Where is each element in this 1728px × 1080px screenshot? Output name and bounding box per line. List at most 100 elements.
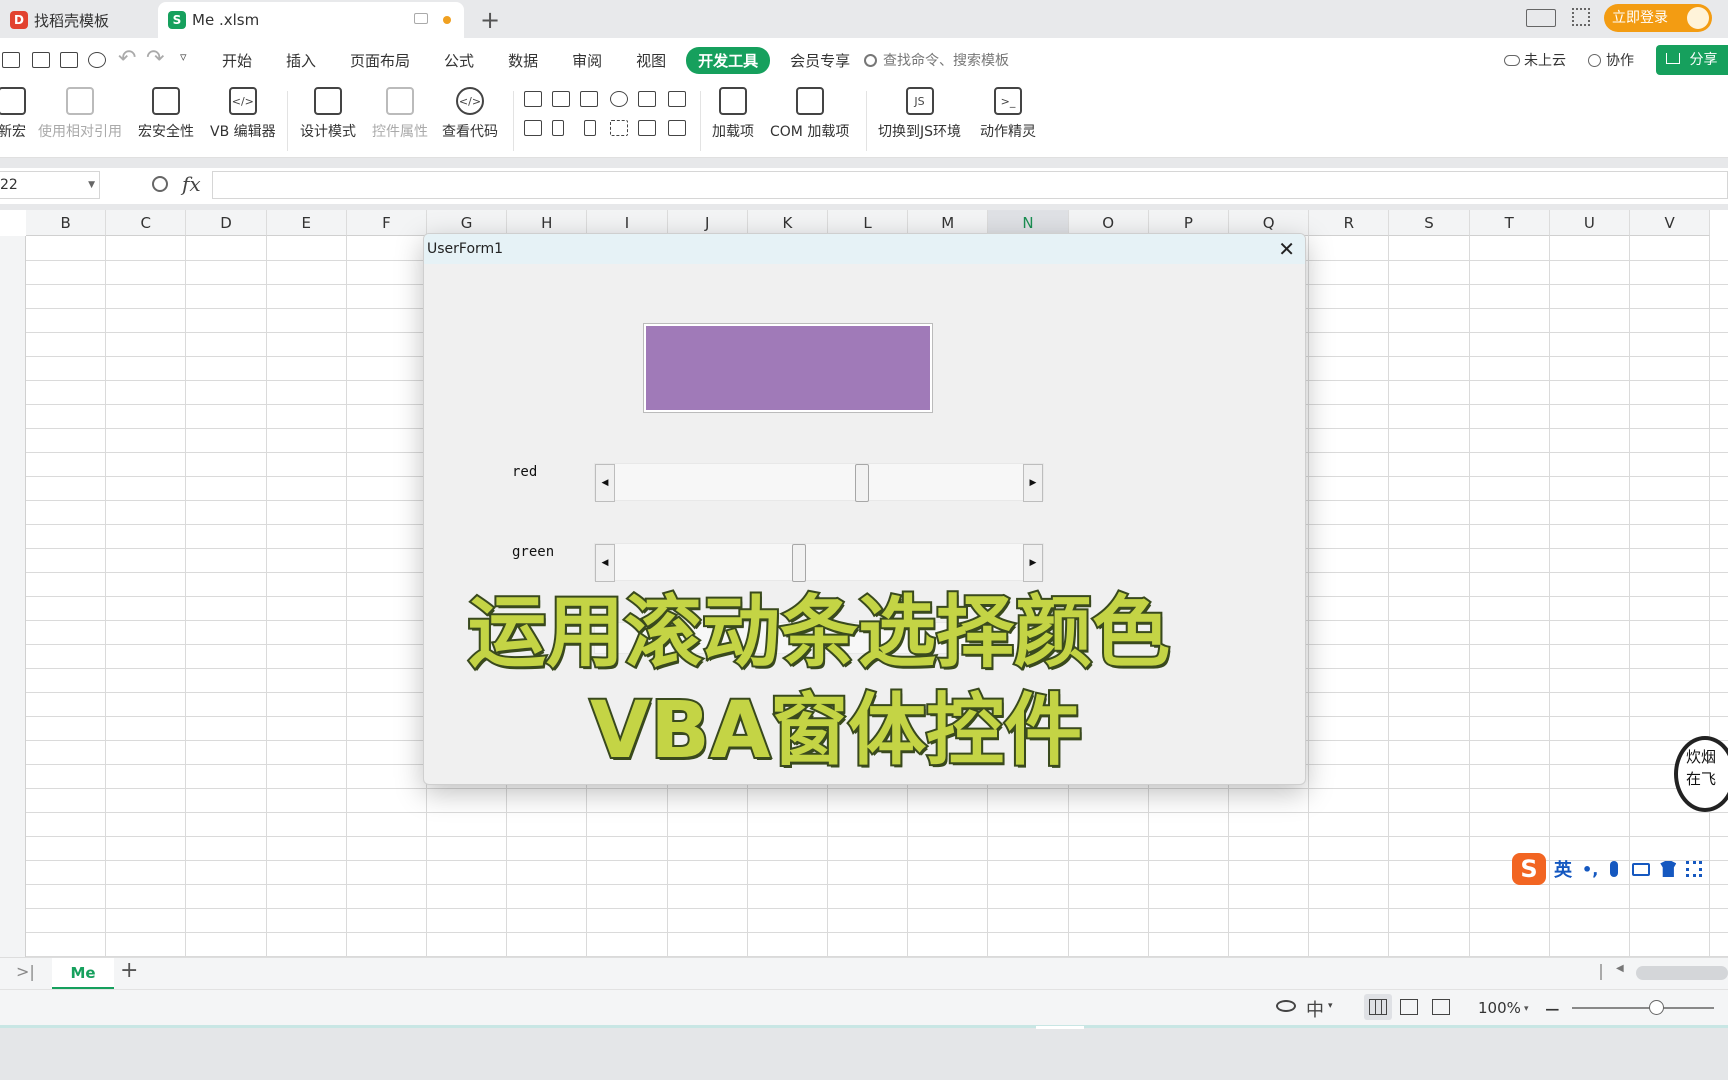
vb-editor-button[interactable]: </> VB 编辑器: [210, 87, 276, 141]
chevron-down-icon[interactable]: ▾: [1524, 1004, 1529, 1014]
horizontal-scrollbar[interactable]: [1636, 966, 1728, 980]
menu-member[interactable]: 会员专享: [790, 50, 850, 71]
addins-button[interactable]: 加载项: [712, 87, 754, 141]
fx-icon[interactable]: fx: [182, 172, 201, 196]
name-box[interactable]: 22 ▼: [0, 171, 100, 199]
image-control-icon[interactable]: [638, 120, 656, 136]
scroll-right-arrow-icon[interactable]: ▶: [1023, 464, 1043, 502]
cloud-status[interactable]: 未上云: [1504, 50, 1566, 70]
column-header-s[interactable]: S: [1389, 210, 1470, 236]
command-search[interactable]: 查找命令、搜索模板: [864, 50, 1009, 70]
save-icon[interactable]: [2, 52, 20, 68]
page-break-view-icon[interactable]: [1432, 999, 1450, 1015]
scrollbar-control-icon[interactable]: [584, 120, 596, 136]
menu-insert[interactable]: 插入: [286, 50, 316, 71]
column-header-t[interactable]: T: [1469, 210, 1550, 236]
print-icon[interactable]: [60, 52, 78, 68]
tab-docer[interactable]: D 找稻壳模板: [0, 2, 152, 38]
zoom-level[interactable]: 100%: [1478, 999, 1521, 1017]
spin-button-control-icon[interactable]: [552, 120, 564, 136]
menu-data[interactable]: 数据: [508, 50, 538, 71]
normal-view-icon[interactable]: [1369, 999, 1387, 1015]
apps-grid-icon[interactable]: [1572, 8, 1590, 26]
textbox-control-icon[interactable]: [552, 91, 570, 107]
button-control-icon[interactable]: [524, 120, 542, 136]
chevron-down-icon[interactable]: ▾: [1328, 1001, 1333, 1011]
page-layout-view-icon[interactable]: [1400, 999, 1418, 1015]
zoom-slider[interactable]: [1572, 1007, 1714, 1009]
microphone-icon[interactable]: [1610, 861, 1619, 877]
scroll-left-arrow-icon[interactable]: ◀: [1616, 963, 1624, 974]
monitor-icon[interactable]: [414, 13, 428, 24]
listbox-control-icon[interactable]: [638, 91, 656, 107]
option-button-control-icon[interactable]: [610, 91, 628, 107]
toolbox-icon[interactable]: [1686, 861, 1703, 877]
red-scrollbar[interactable]: ◀ ▶: [594, 463, 1044, 502]
column-header-f[interactable]: F: [346, 210, 427, 236]
input-mode-icon[interactable]: 中: [1306, 996, 1324, 1022]
last-sheet-icon[interactable]: >|: [16, 962, 35, 981]
column-header-d[interactable]: D: [186, 210, 267, 236]
column-header-u[interactable]: U: [1549, 210, 1630, 236]
menu-page-layout[interactable]: 页面布局: [350, 50, 410, 71]
zoom-function-icon[interactable]: [152, 176, 168, 192]
view-code-button[interactable]: </> 查看代码: [442, 87, 498, 141]
menu-developer[interactable]: 开发工具: [686, 47, 771, 74]
layout-icon[interactable]: [1526, 9, 1556, 27]
keyboard-icon[interactable]: [1632, 862, 1651, 876]
split-handle-icon[interactable]: [1600, 964, 1602, 980]
ribbon-separator: [866, 91, 867, 151]
ime-punct[interactable]: •,: [1582, 860, 1598, 879]
menu-home[interactable]: 开始: [222, 50, 252, 71]
login-button[interactable]: 立即登录: [1604, 4, 1712, 32]
menu-view[interactable]: 视图: [636, 50, 666, 71]
column-header-e[interactable]: E: [266, 210, 347, 236]
combobox-control-icon[interactable]: [668, 91, 686, 107]
menu-review[interactable]: 审阅: [572, 50, 602, 71]
design-mode-button[interactable]: 设计模式: [300, 87, 356, 141]
frame-control-icon[interactable]: [580, 91, 598, 107]
chevron-down-icon[interactable]: ▼: [88, 172, 95, 198]
menu-formulas[interactable]: 公式: [444, 50, 474, 71]
control-properties-button[interactable]: 控件属性: [372, 87, 428, 141]
com-addins-button[interactable]: COM 加载项: [770, 87, 849, 141]
zoom-slider-thumb[interactable]: [1649, 1000, 1664, 1015]
relative-reference-button[interactable]: 使用相对引用: [38, 87, 122, 141]
action-wizard-button[interactable]: >_ 动作精灵: [980, 87, 1036, 141]
new-macro-button[interactable]: 新宏: [0, 87, 26, 141]
video-title-line1: 运用滚动条选择颜色: [466, 586, 1172, 680]
sheet-tab-me[interactable]: Me: [52, 958, 114, 989]
eye-protection-icon[interactable]: [1276, 1000, 1296, 1012]
skin-shirt-icon[interactable]: [1660, 861, 1677, 877]
ime-lang[interactable]: 英: [1554, 856, 1572, 882]
redo-icon[interactable]: ↷: [146, 46, 164, 71]
more-controls-icon[interactable]: [668, 120, 686, 136]
dialog-title-bar[interactable]: UserForm1 ✕: [424, 234, 1305, 264]
scroll-left-arrow-icon[interactable]: ◀: [595, 464, 615, 502]
red-scrollbar-thumb[interactable]: [855, 464, 869, 502]
close-icon[interactable]: ✕: [1278, 234, 1295, 264]
chevron-down-icon[interactable]: ▿: [180, 50, 187, 65]
macro-security-button[interactable]: 宏安全性: [138, 87, 194, 141]
column-header-c[interactable]: C: [106, 210, 187, 236]
grid-row-line: [0, 860, 1728, 861]
zoom-out-icon[interactable]: −: [1544, 997, 1561, 1021]
column-header-r[interactable]: R: [1309, 210, 1390, 236]
undo-icon[interactable]: ↶: [118, 46, 136, 71]
export-icon[interactable]: [32, 52, 50, 68]
collab-button[interactable]: 协作: [1588, 50, 1634, 70]
switch-js-button[interactable]: JS 切换到JS环境: [878, 87, 961, 141]
ribbon-separator: [700, 91, 701, 151]
label-control-icon[interactable]: [610, 120, 628, 136]
share-button[interactable]: 分享: [1656, 45, 1728, 75]
tab-workbook[interactable]: S Me .xlsm: [158, 2, 464, 38]
print-preview-icon[interactable]: [88, 52, 106, 68]
formula-input[interactable]: [212, 171, 1728, 199]
column-header-b[interactable]: B: [26, 210, 107, 236]
sogou-logo-icon[interactable]: S: [1512, 853, 1546, 885]
plus-icon[interactable]: +: [480, 6, 500, 34]
row-header-strip[interactable]: [0, 236, 26, 957]
column-header-v[interactable]: V: [1630, 210, 1711, 236]
checkbox-control-icon[interactable]: [524, 91, 542, 107]
add-sheet-icon[interactable]: +: [120, 958, 138, 983]
